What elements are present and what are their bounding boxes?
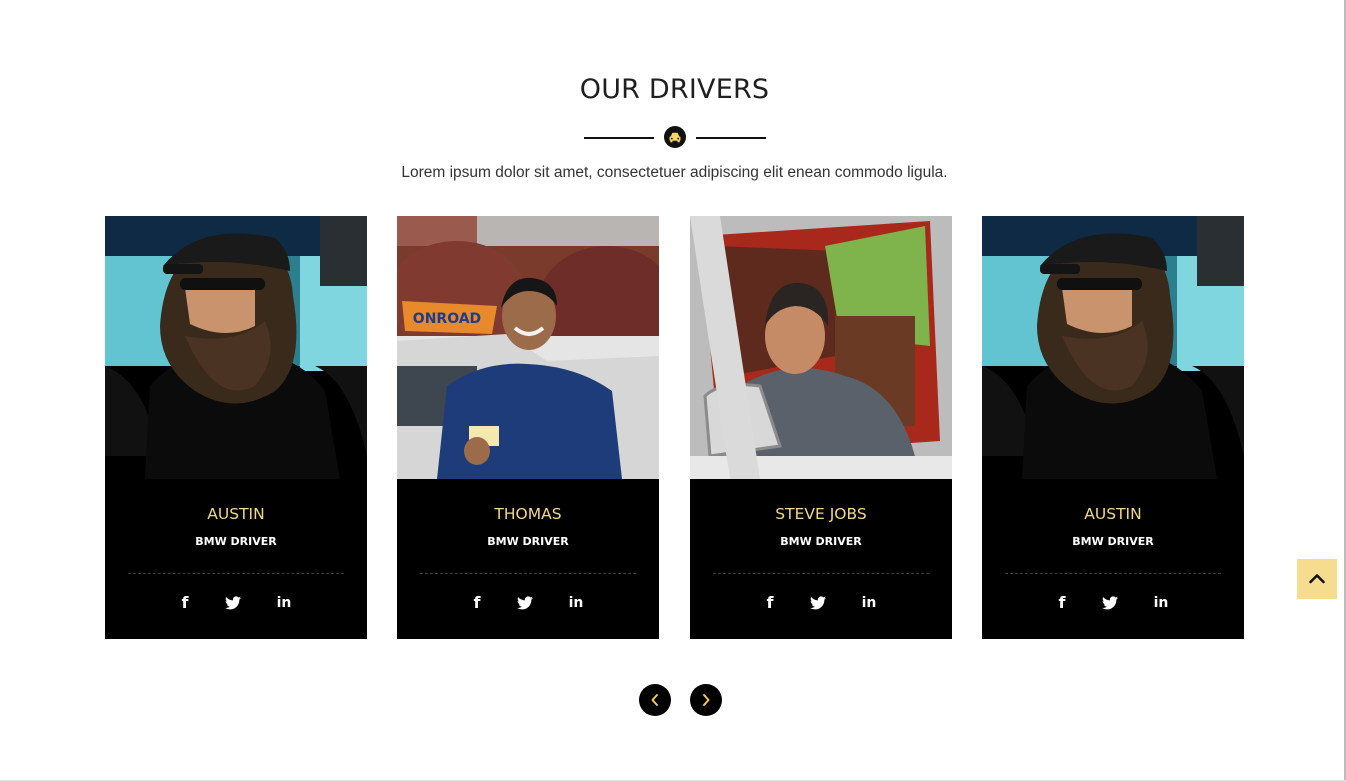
- card-divider: [128, 573, 344, 574]
- driver-photo: [982, 216, 1244, 479]
- chevron-left-icon: [651, 694, 658, 706]
- driver-role: BMW DRIVER: [195, 535, 277, 548]
- driver-role: BMW DRIVER: [1072, 535, 1154, 548]
- twitter-icon[interactable]: [221, 593, 245, 613]
- driver-card[interactable]: STEVE JOBS BMW DRIVER f in: [690, 216, 952, 639]
- twitter-icon[interactable]: [1098, 593, 1122, 613]
- chevron-up-icon: [1309, 574, 1325, 584]
- linkedin-icon[interactable]: in: [1149, 593, 1173, 613]
- driver-role: BMW DRIVER: [487, 535, 569, 548]
- taxi-icon: [664, 126, 686, 148]
- driver-role: BMW DRIVER: [780, 535, 862, 548]
- facebook-icon[interactable]: f: [465, 593, 489, 613]
- section-title: OUR DRIVERS: [579, 74, 770, 105]
- linkedin-icon[interactable]: in: [857, 593, 881, 613]
- driver-card[interactable]: AUSTIN BMW DRIVER f in: [982, 216, 1244, 639]
- driver-photo: [690, 216, 952, 479]
- facebook-icon[interactable]: f: [1050, 593, 1074, 613]
- carousel-next-button[interactable]: [690, 684, 722, 716]
- facebook-icon[interactable]: f: [758, 593, 782, 613]
- section-subtitle: Lorem ipsum dolor sit amet, consectetuer…: [401, 164, 948, 181]
- card-divider: [713, 573, 929, 574]
- driver-photo: [397, 216, 659, 479]
- card-divider: [1005, 573, 1221, 574]
- twitter-icon[interactable]: [513, 593, 537, 613]
- driver-name: THOMAS: [494, 505, 562, 523]
- linkedin-icon[interactable]: in: [564, 593, 588, 613]
- social-links: f in: [690, 593, 952, 613]
- social-links: f in: [105, 593, 367, 613]
- driver-photo: [105, 216, 367, 479]
- driver-name: AUSTIN: [1084, 505, 1142, 523]
- chevron-right-icon: [703, 694, 710, 706]
- title-divider: [584, 126, 766, 148]
- card-divider: [420, 573, 636, 574]
- social-links: f in: [397, 593, 659, 613]
- driver-name: STEVE JOBS: [775, 505, 867, 523]
- driver-name: AUSTIN: [207, 505, 265, 523]
- twitter-icon[interactable]: [806, 593, 830, 613]
- linkedin-icon[interactable]: in: [272, 593, 296, 613]
- social-links: f in: [982, 593, 1244, 613]
- carousel-prev-button[interactable]: [639, 684, 671, 716]
- scroll-to-top-button[interactable]: [1297, 559, 1337, 599]
- driver-card[interactable]: AUSTIN BMW DRIVER f in: [105, 216, 367, 639]
- driver-card[interactable]: THOMAS BMW DRIVER f in: [397, 216, 659, 639]
- facebook-icon[interactable]: f: [173, 593, 197, 613]
